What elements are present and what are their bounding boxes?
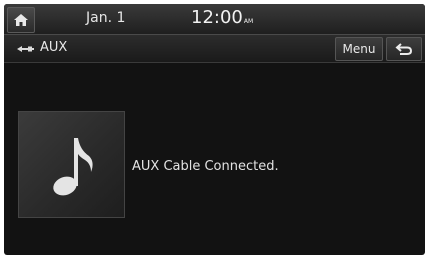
head-unit-screen: Jan. 1 12:00AM AUX Menu AUX Cable Connec…: [4, 4, 425, 255]
album-art: [18, 111, 125, 218]
clock-time: 12:00: [191, 7, 243, 28]
page-title: AUX: [40, 40, 68, 55]
home-icon: [14, 14, 28, 26]
menu-button[interactable]: Menu: [335, 37, 383, 61]
clock-ampm: AM: [243, 18, 254, 25]
return-button[interactable]: [386, 37, 422, 61]
return-arrow-icon: [395, 43, 413, 55]
status-bar: Jan. 1 12:00AM: [4, 4, 425, 35]
clock-display: 12:00AM: [191, 7, 253, 28]
home-button[interactable]: [7, 7, 35, 33]
aux-plug-icon: [17, 46, 34, 52]
connection-status-text: AUX Cable Connected.: [132, 159, 279, 174]
title-bar: AUX Menu: [4, 35, 425, 63]
date-display: Jan. 1: [86, 10, 126, 26]
music-note-icon: [52, 137, 93, 195]
